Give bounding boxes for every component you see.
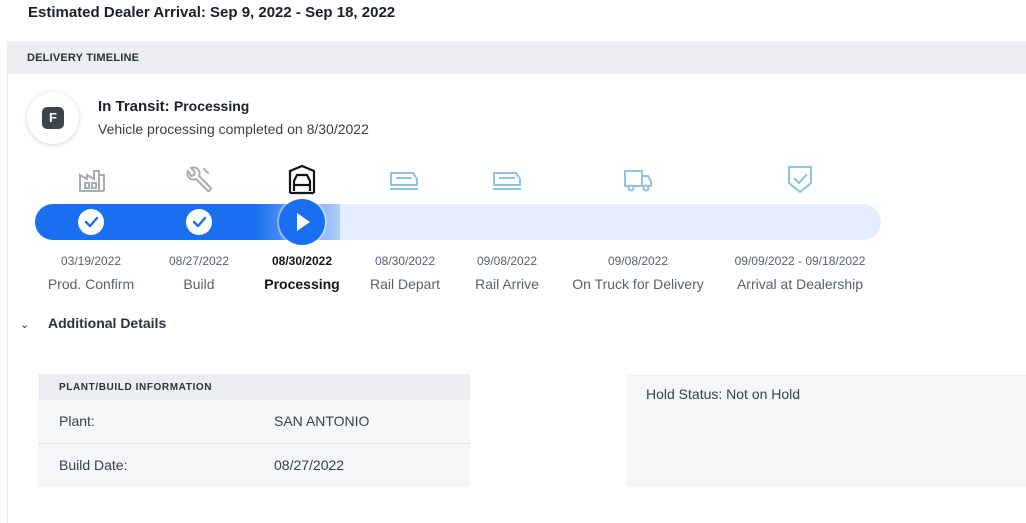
plant-value: SAN ANTONIO	[274, 413, 370, 429]
progress-track	[35, 204, 881, 240]
plant-card-title: PLANT/BUILD INFORMATION	[59, 382, 213, 393]
status-badge: F	[27, 92, 79, 144]
plant-card-header: PLANT/BUILD INFORMATION	[38, 374, 470, 400]
status-subtitle: Vehicle processing completed on 8/30/202…	[98, 121, 369, 137]
plant-label: Plant:	[59, 413, 95, 429]
car-processing-icon	[288, 164, 316, 195]
chevron-down-icon: ⌄	[20, 319, 30, 331]
status-label: In Transit:	[98, 98, 170, 115]
factory-icon	[79, 170, 105, 192]
stage-label: Arrival at Dealership	[736, 276, 864, 292]
stage-active-marker	[279, 199, 325, 245]
ford-logo-icon: F	[42, 107, 64, 129]
stage-complete-marker	[78, 209, 104, 235]
build-date-label: Build Date:	[59, 457, 128, 473]
stage-date: 09/08/2022	[476, 254, 538, 268]
hold-status-text: Hold Status: Not on Hold	[646, 386, 801, 402]
stage-label: On Truck for Delivery	[572, 276, 704, 292]
checkmark-icon	[84, 216, 99, 228]
stage-date: 09/09/2022 - 09/18/2022	[734, 254, 866, 268]
rail-car-icon	[390, 172, 418, 190]
truck-icon	[624, 170, 652, 192]
status-title: In Transit: Processing	[98, 98, 249, 115]
shield-check-icon	[788, 166, 812, 194]
build-date-value: 08/27/2022	[274, 457, 345, 473]
table-row: Plant: SAN ANTONIO	[38, 400, 470, 443]
estimated-arrival: Estimated Dealer Arrival: Sep 9, 2022 - …	[28, 4, 396, 21]
panel-title: DELIVERY TIMELINE	[27, 52, 140, 64]
panel-header: DELIVERY TIMELINE	[8, 41, 1026, 74]
play-icon	[297, 213, 310, 231]
additional-details-toggle[interactable]: ⌄ Additional Details	[20, 315, 166, 331]
checkmark-icon	[192, 216, 207, 228]
hold-status-card: Hold Status: Not on Hold	[626, 374, 1026, 487]
additional-details-label: Additional Details	[48, 315, 167, 331]
status-value: Processing	[173, 98, 250, 114]
stage-complete-marker	[186, 209, 212, 235]
plant-build-card: PLANT/BUILD INFORMATION Plant: SAN ANTON…	[38, 374, 470, 487]
stage-date: 09/08/2022	[607, 254, 669, 268]
rail-car-icon	[493, 172, 521, 190]
wrench-icon	[186, 166, 213, 193]
table-row: Build Date: 08/27/2022	[38, 444, 470, 487]
